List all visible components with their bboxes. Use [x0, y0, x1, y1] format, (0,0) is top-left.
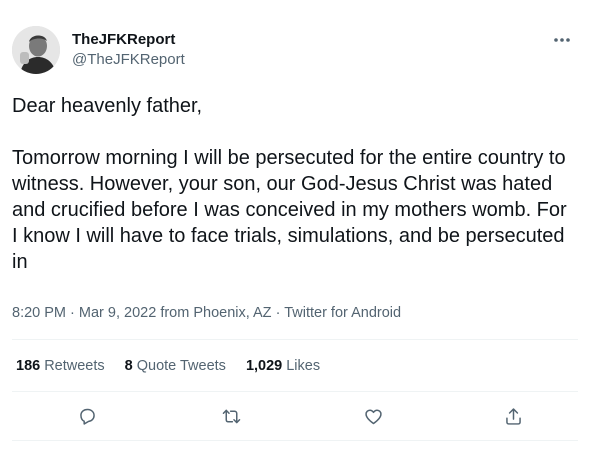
tweet-stats: 186 Retweets 8 Quote Tweets 1,029 Likes: [16, 355, 320, 377]
tweet-location[interactable]: from Phoenix, AZ: [160, 305, 271, 321]
quote-tweets-stat[interactable]: 8 Quote Tweets: [125, 355, 226, 377]
user-handle[interactable]: @TheJFKReport: [72, 50, 185, 70]
share-icon: [505, 407, 521, 425]
retweets-count: 186: [16, 358, 41, 374]
reply-button[interactable]: [69, 398, 105, 434]
retweet-button[interactable]: [213, 398, 249, 434]
like-button[interactable]: [355, 398, 391, 434]
divider-middle: [12, 391, 578, 392]
avatar[interactable]: [12, 26, 60, 74]
divider-top: [12, 339, 578, 340]
likes-label: Likes: [286, 358, 321, 374]
quote-tweets-count: 8: [124, 358, 133, 374]
avatar-image: [12, 26, 60, 74]
quote-tweets-label: Quote Tweets: [136, 358, 226, 374]
likes-count: 1,029: [245, 358, 283, 374]
tweet-date[interactable]: Mar 9, 2022: [79, 305, 156, 321]
divider-bottom: [12, 440, 578, 441]
retweets-stat[interactable]: 186 Retweets: [16, 355, 105, 377]
meta-separator: ·: [70, 305, 75, 321]
tweet-source[interactable]: Twitter for Android: [284, 305, 401, 321]
display-name[interactable]: TheJFKReport: [72, 30, 185, 50]
tweet-card: TheJFKReport @TheJFKReport Dear heavenly…: [0, 0, 590, 450]
meta-separator-2: ·: [275, 305, 281, 321]
user-names: TheJFKReport @TheJFKReport: [72, 30, 185, 70]
retweets-label: Retweets: [44, 358, 105, 374]
tweet-text: Dear heavenly father, Tomorrow morning I…: [12, 95, 567, 273]
tweet-header: TheJFKReport @TheJFKReport: [12, 26, 578, 76]
retweet-icon: [222, 409, 240, 423]
tweet-time[interactable]: 8:20 PM: [12, 305, 66, 321]
more-options-button[interactable]: [550, 28, 574, 52]
heart-icon: [364, 408, 382, 424]
tweet-meta: 8:20 PM · Mar 9, 2022 from Phoenix, AZ ·…: [12, 303, 401, 323]
more-icon: [554, 38, 570, 42]
share-button[interactable]: [495, 398, 531, 434]
reply-icon: [79, 408, 95, 425]
tweet-actions: [12, 398, 578, 434]
likes-stat[interactable]: 1,029 Likes: [246, 355, 320, 377]
